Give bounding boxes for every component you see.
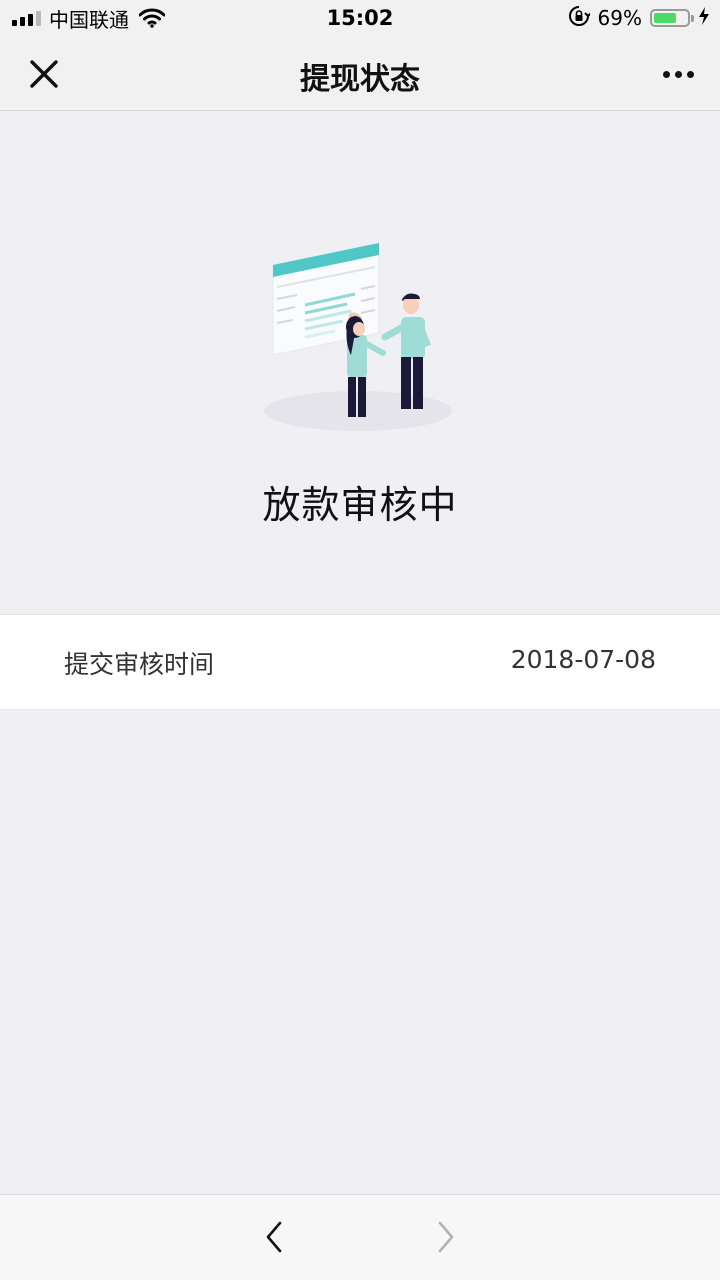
battery-percent: 69% — [597, 6, 642, 30]
orientation-lock-icon — [568, 5, 592, 31]
submit-time-value: 2018-07-08 — [510, 645, 656, 674]
more-button[interactable] — [656, 56, 700, 92]
navigation-bar: 提现状态 — [0, 36, 720, 111]
charging-icon — [698, 6, 710, 30]
bottom-toolbar — [0, 1194, 720, 1280]
battery-icon — [650, 9, 694, 27]
status-bar: 中国联通 15:02 69% — [0, 0, 720, 36]
more-icon — [662, 70, 670, 78]
submit-time-label: 提交审核时间 — [64, 650, 215, 679]
review-illustration — [255, 235, 465, 435]
battery-level — [654, 13, 676, 23]
page-title: 提现状态 — [300, 62, 420, 97]
forward-button[interactable] — [428, 1217, 464, 1257]
withdraw-status-text: 放款审核中 — [262, 483, 458, 527]
chevron-right-icon — [438, 1221, 454, 1253]
back-button[interactable] — [256, 1217, 292, 1257]
submit-time-row: 提交审核时间 2018-07-08 — [0, 614, 720, 710]
chevron-left-icon — [266, 1221, 282, 1253]
